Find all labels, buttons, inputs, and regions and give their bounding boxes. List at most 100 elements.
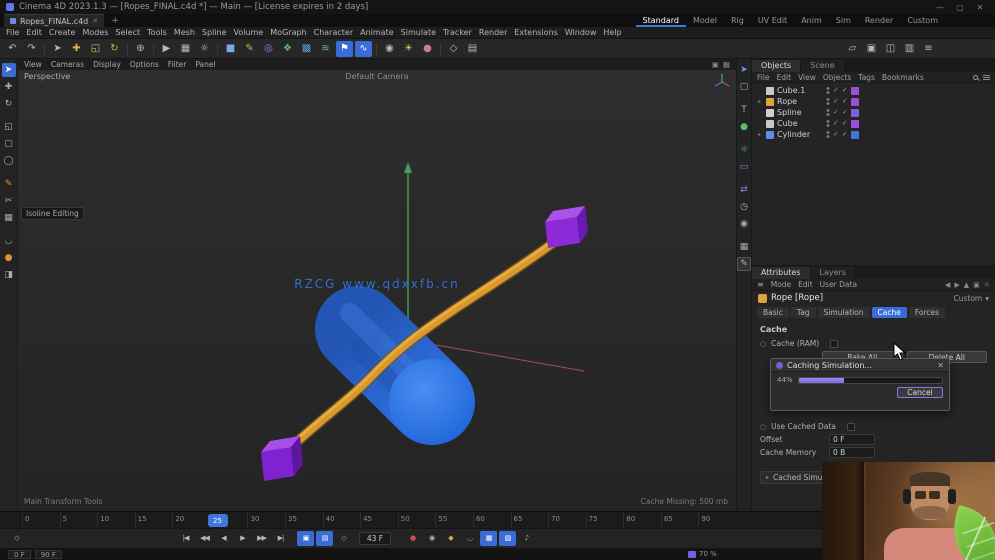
- timeline-tick[interactable]: 60: [472, 512, 511, 529]
- menu-item[interactable]: Animate: [360, 28, 394, 37]
- toolbar-icon[interactable]: [438, 41, 443, 57]
- visibility-dots-icon[interactable]: [826, 130, 830, 139]
- monitor-icon[interactable]: ▦: [737, 240, 751, 254]
- maximize-button[interactable]: ▢: [951, 3, 969, 12]
- redo-icon[interactable]: ↷: [23, 41, 40, 57]
- object-menu-item[interactable]: File: [757, 73, 770, 82]
- pointer-icon[interactable]: ➤: [737, 63, 751, 77]
- viewport-menu-item[interactable]: Cameras: [51, 60, 84, 69]
- timeline-tick[interactable]: 70: [548, 512, 586, 529]
- solo-icon[interactable]: ▦: [480, 531, 497, 546]
- layer-list-icon[interactable]: ≡: [920, 41, 937, 57]
- object-menu-item[interactable]: Edit: [777, 73, 792, 82]
- timeline-tick[interactable]: 10: [97, 512, 135, 529]
- scale-icon[interactable]: ◱: [2, 120, 16, 134]
- sphere-icon[interactable]: ●: [737, 120, 751, 134]
- lasso-icon[interactable]: ◯: [2, 154, 16, 168]
- menu-item[interactable]: Tools: [147, 28, 167, 37]
- object-row[interactable]: ▸ Rope ✓ ✓: [752, 96, 995, 107]
- visibility-dots-icon[interactable]: [826, 86, 830, 95]
- layout-tab[interactable]: Sim: [829, 14, 858, 27]
- timeline-tick[interactable]: 5: [59, 512, 98, 529]
- attribute-value-field[interactable]: 0 F: [829, 434, 875, 445]
- object-row[interactable]: Spline ✓ ✓: [752, 107, 995, 118]
- menu-item[interactable]: Select: [115, 28, 140, 37]
- render-check-icon[interactable]: ✓: [842, 131, 848, 138]
- brush-icon[interactable]: ●: [2, 251, 16, 265]
- material-icon[interactable]: ●: [419, 41, 436, 57]
- playhead[interactable]: 25: [207, 514, 228, 527]
- menu-item[interactable]: Modes: [82, 28, 108, 37]
- render-view-icon[interactable]: ▶: [158, 41, 175, 57]
- render-check-icon[interactable]: ✓: [842, 109, 848, 116]
- save-icon[interactable]: ▣: [863, 41, 880, 57]
- panel-tab[interactable]: Scene: [801, 60, 845, 72]
- expand-caret-icon[interactable]: ▸: [756, 131, 763, 138]
- autokey-icon[interactable]: ◉: [423, 531, 440, 546]
- attribute-menu-item[interactable]: Mode: [771, 280, 791, 289]
- enabled-check-icon[interactable]: ✓: [833, 120, 839, 127]
- viewport-menu-item[interactable]: Display: [93, 60, 121, 69]
- hamburger-icon[interactable]: ≡: [757, 280, 764, 289]
- object-row[interactable]: Cube.1 ✓ ✓: [752, 85, 995, 96]
- timeline-tick[interactable]: 50: [397, 512, 436, 529]
- deformer-icon[interactable]: ◎: [260, 41, 277, 57]
- volume-icon[interactable]: ▩: [298, 41, 315, 57]
- cube-outline-icon[interactable]: ▢: [737, 80, 751, 94]
- timeline-tick[interactable]: 20: [172, 512, 210, 529]
- tag-icon[interactable]: [850, 97, 859, 106]
- undo-icon[interactable]: ↶: [4, 41, 21, 57]
- filter-icon[interactable]: [983, 74, 990, 80]
- search-icon[interactable]: [973, 74, 978, 80]
- section-tab[interactable]: Cache: [871, 307, 907, 318]
- knife-icon[interactable]: ✂: [2, 194, 16, 208]
- magnet-snap-icon[interactable]: ◡: [461, 531, 478, 546]
- visibility-dots-icon[interactable]: [826, 108, 830, 117]
- viewport-menu-item[interactable]: Options: [130, 60, 159, 69]
- panel-tab[interactable]: Attributes: [752, 267, 811, 279]
- preset-dropdown[interactable]: Custom ▾: [954, 294, 990, 303]
- frame-field[interactable]: 43 F: [359, 532, 391, 545]
- layout-tab[interactable]: Rig: [724, 14, 751, 27]
- object-name[interactable]: Cylinder: [777, 130, 823, 139]
- viewport[interactable]: View Cameras Display Options Filter Panel ▣ ▦ …: [18, 59, 736, 511]
- keyframe-icon[interactable]: ◆: [442, 531, 459, 546]
- menu-item[interactable]: Help: [603, 28, 621, 37]
- toolbar-icon[interactable]: [125, 41, 130, 57]
- render-check-icon[interactable]: ✓: [842, 87, 848, 94]
- coordinate-system-icon[interactable]: ⊕: [132, 41, 149, 57]
- enabled-check-icon[interactable]: ✓: [833, 131, 839, 138]
- dynamics-icon[interactable]: ∿: [355, 40, 372, 57]
- timeline-tick[interactable]: 15: [134, 512, 173, 529]
- timeline-snap-icon[interactable]: ◇: [8, 531, 25, 546]
- section-tab[interactable]: Basic: [757, 307, 789, 318]
- folder-icon[interactable]: ▱: [844, 41, 861, 57]
- primitive-cube-icon[interactable]: ■: [222, 41, 239, 57]
- menu-item[interactable]: Simulate: [401, 28, 436, 37]
- workplane-icon[interactable]: ▤: [464, 41, 481, 57]
- field-icon[interactable]: ≋: [317, 41, 334, 57]
- history-forward-icon[interactable]: ▶: [954, 281, 959, 289]
- history-back-icon[interactable]: ◀: [945, 281, 950, 289]
- mirror-icon[interactable]: ◨: [2, 268, 16, 282]
- viewport-menu-item[interactable]: Panel: [195, 60, 215, 69]
- menu-item[interactable]: Edit: [26, 28, 42, 37]
- play-icon[interactable]: ▶: [234, 531, 251, 546]
- rotate-icon[interactable]: ↻: [2, 97, 16, 111]
- menu-item[interactable]: Render: [479, 28, 507, 37]
- timeline-tick[interactable]: 45: [360, 512, 398, 529]
- object-menu-item[interactable]: View: [798, 73, 816, 82]
- scale-tool-icon[interactable]: ◱: [87, 41, 104, 57]
- section-tab[interactable]: Simulation: [817, 307, 870, 318]
- simulate-icon[interactable]: ⚑: [336, 40, 353, 57]
- parent-icon[interactable]: ▲: [964, 281, 969, 289]
- sound-icon[interactable]: ♪: [518, 531, 535, 546]
- menu-item[interactable]: Extensions: [514, 28, 557, 37]
- tag-icon[interactable]: [850, 130, 859, 139]
- object-menu-item[interactable]: Objects: [823, 73, 851, 82]
- layout-grid-icon[interactable]: ▥: [901, 41, 918, 57]
- magnet-icon[interactable]: ◡: [2, 234, 16, 248]
- timeline-tick[interactable]: 55: [435, 512, 473, 529]
- mograph-icon[interactable]: ❖: [279, 41, 296, 57]
- object-name[interactable]: Spline: [777, 108, 823, 117]
